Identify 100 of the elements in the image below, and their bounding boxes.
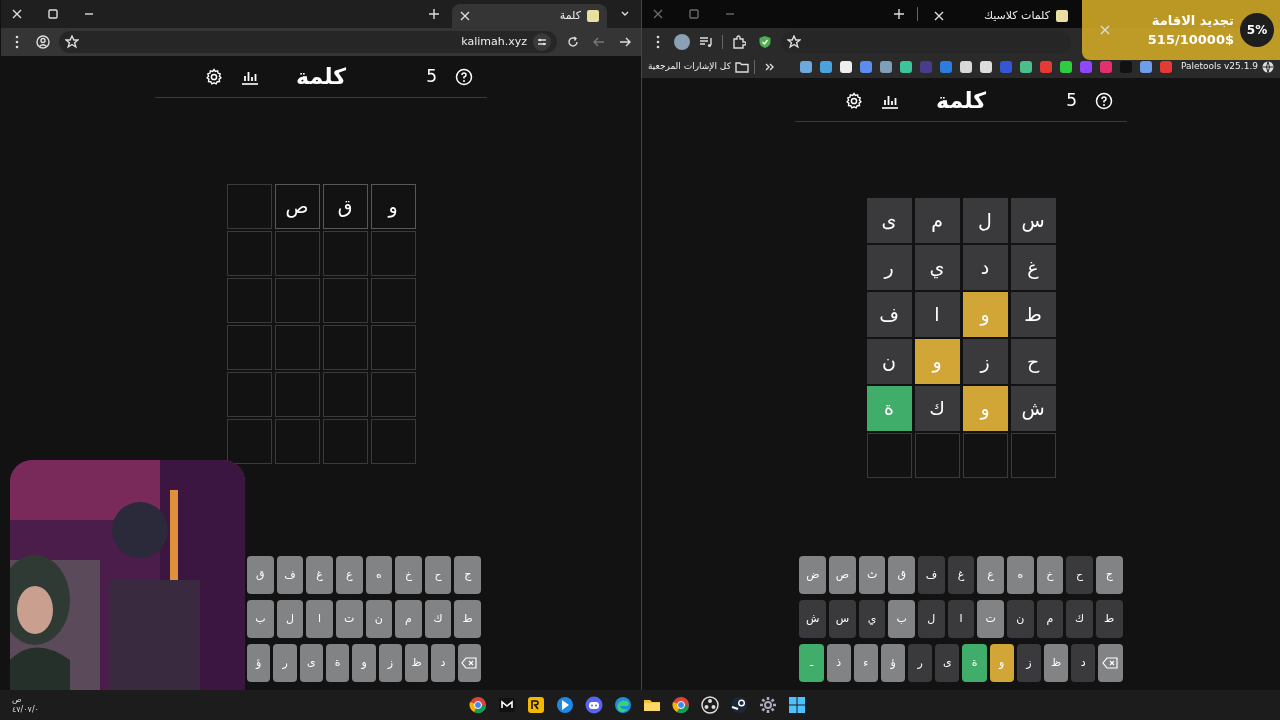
- keyboard-key[interactable]: ص: [829, 556, 856, 594]
- site-settings-icon[interactable]: [533, 33, 551, 51]
- keyboard-key[interactable]: ؤ: [880, 644, 906, 682]
- bookmark-link[interactable]: كل الإشارات المرجعية: [648, 60, 749, 74]
- close-icon[interactable]: [460, 11, 470, 21]
- keyboard-key[interactable]: ك: [424, 600, 452, 638]
- keyboard-key[interactable]: ع: [977, 556, 1004, 594]
- help-icon[interactable]: [1095, 91, 1113, 110]
- keyboard-key[interactable]: ة: [326, 644, 350, 682]
- shield-icon[interactable]: [758, 35, 772, 49]
- settings-icon[interactable]: [758, 695, 778, 715]
- menu-icon[interactable]: [656, 35, 660, 49]
- keyboard-key[interactable]: م: [1036, 600, 1064, 638]
- keyboard-key[interactable]: ذ: [826, 644, 851, 682]
- bookmark-star-icon[interactable]: [65, 35, 79, 49]
- new-tab-icon[interactable]: [894, 9, 904, 19]
- keyboard-key[interactable]: ق: [247, 556, 274, 594]
- back-icon[interactable]: [593, 36, 605, 48]
- bookmark-icon[interactable]: [1139, 61, 1152, 73]
- mask-icon[interactable]: [497, 695, 517, 715]
- forward-icon[interactable]: [619, 36, 631, 48]
- keyboard-key[interactable]: ن: [1006, 600, 1034, 638]
- browser-tab[interactable]: كلمات كلاسيك: [926, 4, 1076, 28]
- keyboard-key[interactable]: ز: [378, 644, 402, 682]
- game-launcher-icon[interactable]: [526, 695, 546, 715]
- chat-icon[interactable]: [584, 695, 604, 715]
- new-tab-icon[interactable]: [429, 9, 439, 19]
- keyboard-key[interactable]: ه: [1006, 556, 1034, 594]
- keyboard-key[interactable]: ظ: [405, 644, 429, 682]
- bookmark-icon[interactable]: [799, 61, 812, 73]
- keyboard-key[interactable]: ى: [935, 644, 960, 682]
- keyboard-key[interactable]: د: [431, 644, 455, 682]
- keyboard-key[interactable]: ع: [335, 556, 363, 594]
- keyboard-key[interactable]: ر: [273, 644, 297, 682]
- start-icon[interactable]: [787, 695, 807, 715]
- keyboard-key[interactable]: ح: [1066, 556, 1093, 594]
- keyboard-key[interactable]: ض: [799, 556, 827, 594]
- bookmark-icon[interactable]: [839, 61, 852, 73]
- keyboard-key[interactable]: د: [1071, 644, 1096, 682]
- menu-icon[interactable]: [15, 35, 19, 49]
- keyboard-key[interactable]: خ: [395, 556, 422, 594]
- keyboard-key[interactable]: ج: [1095, 556, 1123, 594]
- keyboard-key[interactable]: ء: [853, 644, 878, 682]
- keyboard-key[interactable]: ه: [365, 556, 393, 594]
- keyboard-key[interactable]: ر: [908, 644, 933, 682]
- bookmark-link[interactable]: Paletools v25.1.9: [1180, 60, 1274, 74]
- keyboard-key[interactable]: ل: [276, 600, 304, 638]
- keyboard-key[interactable]: ا: [947, 600, 975, 638]
- avatar-icon[interactable]: [674, 34, 690, 50]
- keyboard-key[interactable]: ا: [306, 600, 333, 638]
- close-icon[interactable]: [934, 11, 944, 21]
- bookmark-icon[interactable]: [1019, 61, 1032, 73]
- keyboard-key[interactable]: ث: [858, 556, 886, 594]
- keyboard-key[interactable]: ى: [299, 644, 324, 682]
- address-bar[interactable]: kalimah.xyz: [59, 31, 557, 53]
- browser-icon[interactable]: [468, 695, 488, 715]
- keyboard-key[interactable]: ب: [247, 600, 274, 638]
- more-bookmarks-icon[interactable]: [764, 62, 775, 72]
- keyboard-key[interactable]: و: [989, 644, 1014, 682]
- reload-icon[interactable]: [567, 36, 579, 48]
- bookmark-star-icon[interactable]: [787, 35, 801, 49]
- keyboard-key[interactable]: ؤ: [247, 644, 271, 682]
- keyboard-key[interactable]: ي: [858, 600, 886, 638]
- browser-icon[interactable]: [671, 695, 691, 715]
- browser-tab[interactable]: كلمة: [452, 4, 607, 28]
- keyboard-key[interactable]: ت: [335, 600, 363, 638]
- keyboard-key[interactable]: ج: [454, 556, 481, 594]
- backspace-key[interactable]: [457, 644, 481, 682]
- keyboard-key[interactable]: ح: [424, 556, 452, 594]
- bookmark-icon[interactable]: [899, 61, 912, 73]
- help-icon[interactable]: [455, 67, 473, 86]
- browser-icon[interactable]: [613, 695, 633, 715]
- bookmark-icon[interactable]: [959, 61, 972, 73]
- extensions-icon[interactable]: [732, 35, 746, 49]
- record-icon[interactable]: [700, 695, 720, 715]
- keyboard-key[interactable]: ز: [1016, 644, 1041, 682]
- keyboard-key[interactable]: خ: [1036, 556, 1064, 594]
- keyboard-key[interactable]: غ: [947, 556, 975, 594]
- keyboard-key[interactable]: ن: [365, 600, 393, 638]
- keyboard-key[interactable]: ك: [1066, 600, 1093, 638]
- keyboard-key[interactable]: م: [395, 600, 422, 638]
- profile-icon[interactable]: [36, 35, 50, 49]
- app-icon[interactable]: [555, 695, 575, 715]
- keyboard-key[interactable]: ق: [888, 556, 915, 594]
- keyboard-key[interactable]: و: [352, 644, 376, 682]
- keyboard-key[interactable]: ل: [918, 600, 945, 638]
- close-icon[interactable]: [12, 9, 22, 19]
- steam-icon[interactable]: [729, 695, 749, 715]
- bookmark-icon[interactable]: [879, 61, 892, 73]
- keyboard-key[interactable]: ظ: [1044, 644, 1069, 682]
- keyboard-key[interactable]: ف: [918, 556, 945, 594]
- keyboard-key[interactable]: س: [829, 600, 856, 638]
- keyboard-key[interactable]: ف: [276, 556, 304, 594]
- keyboard-key[interactable]: غ: [306, 556, 333, 594]
- keyboard-key[interactable]: ة: [962, 644, 987, 682]
- keyboard-key[interactable]: ط: [454, 600, 481, 638]
- keyboard-key[interactable]: ط: [1095, 600, 1123, 638]
- maximize-icon[interactable]: [48, 9, 58, 19]
- enter-key[interactable]: ـ: [799, 644, 824, 682]
- bookmark-icon[interactable]: [819, 61, 832, 73]
